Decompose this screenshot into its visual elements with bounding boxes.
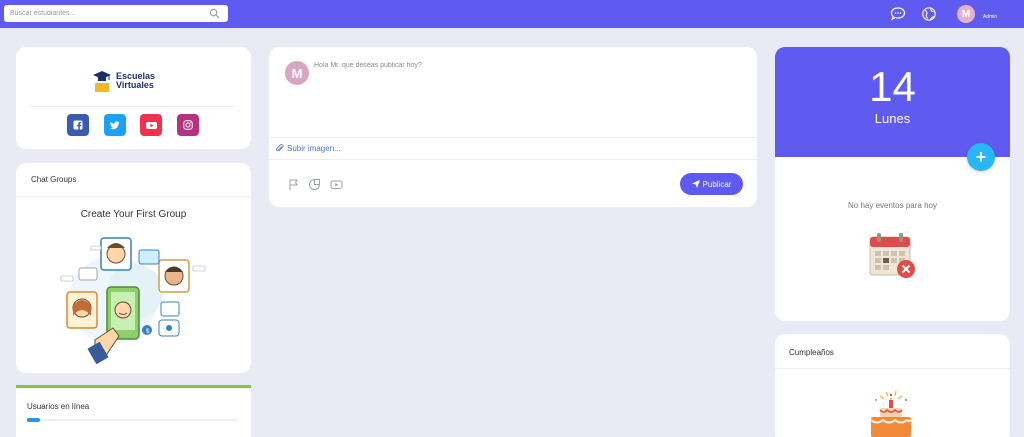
online-users-track — [27, 419, 237, 421]
flag-icon[interactable] — [287, 178, 300, 191]
chat-groups-empty-text[interactable]: Create Your First Group — [16, 209, 251, 220]
divider — [775, 368, 1010, 369]
paperclip-icon — [275, 144, 284, 152]
instagram-button[interactable] — [177, 114, 199, 136]
divider — [269, 159, 757, 160]
events-date-header: 14 Lunes — [775, 47, 1010, 157]
events-card: 14 Lunes — [775, 47, 1010, 321]
birthdays-title: Cumpleaños — [789, 348, 834, 357]
upload-image-label[interactable]: Subir imagen... — [287, 144, 341, 153]
logo-text: Escuelas Virtuales — [116, 71, 156, 90]
publish-button-label: Publicar — [702, 179, 732, 189]
facebook-button[interactable] — [67, 114, 89, 136]
composer-avatar: M — [285, 61, 309, 85]
gif-sticker-icon[interactable] — [308, 178, 321, 191]
youtube-icon — [145, 121, 157, 129]
divider — [269, 137, 757, 138]
divider — [16, 196, 251, 197]
send-icon — [691, 180, 700, 188]
search-input[interactable] — [4, 6, 204, 21]
online-users-title: Usuarios en línea — [27, 402, 90, 411]
chat-bubble-icon[interactable] — [890, 6, 906, 22]
upload-image-link[interactable]: Subir imagen... — [275, 144, 341, 153]
event-day-number: 14 — [869, 63, 916, 110]
search-icon[interactable] — [209, 8, 220, 19]
instagram-icon — [183, 120, 193, 130]
twitter-button[interactable] — [104, 114, 126, 136]
video-icon[interactable] — [330, 178, 343, 191]
twitter-icon — [110, 121, 120, 130]
divider — [29, 106, 237, 107]
group-chat-illustration: $ — [60, 237, 206, 364]
add-event-button[interactable]: + — [967, 143, 995, 171]
calendar-cancel-icon — [869, 233, 915, 278]
publish-button[interactable]: Publicar — [680, 173, 743, 195]
brand-card — [16, 47, 251, 149]
online-users-indicator — [27, 418, 40, 422]
user-role-label: Admin — [983, 14, 998, 20]
search-box — [4, 5, 228, 22]
no-events-text: No hay eventos para hoy — [848, 201, 937, 210]
chat-groups-title: Chat Groups — [31, 175, 77, 184]
facebook-icon — [73, 120, 83, 130]
youtube-button[interactable] — [140, 114, 162, 136]
online-users-card — [16, 385, 251, 437]
online-users-accent-bar — [16, 385, 251, 388]
user-avatar[interactable]: M — [957, 5, 975, 23]
event-day-name: Lunes — [874, 111, 911, 126]
globe-icon[interactable] — [921, 6, 937, 22]
birthday-cake-icon — [870, 390, 912, 437]
post-text-input[interactable] — [314, 62, 744, 132]
